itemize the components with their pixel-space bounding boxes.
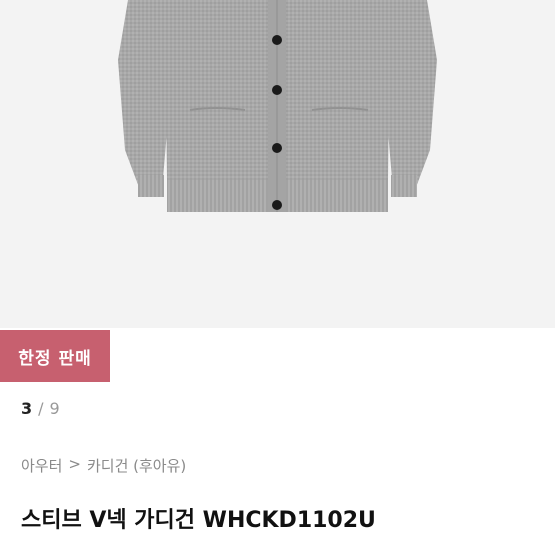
image-pager: 3 / 9: [21, 399, 60, 418]
product-image[interactable]: [0, 0, 555, 328]
pager-current: 3: [21, 399, 33, 418]
limited-sale-badge: 한정 판매: [0, 330, 110, 382]
breadcrumb-subcategory[interactable]: 카디건 (후아유): [87, 455, 186, 476]
breadcrumb-category[interactable]: 아우터: [21, 455, 62, 476]
cardigan-illustration: [118, 0, 437, 212]
pager-separator: /: [38, 399, 44, 418]
product-title: 스티브 V넥 가디건 WHCKD1102U: [21, 508, 376, 533]
breadcrumb-separator: >: [68, 455, 81, 473]
pager-total: 9: [49, 399, 60, 418]
breadcrumb: 아우터 > 카디건 (후아유): [21, 455, 186, 476]
